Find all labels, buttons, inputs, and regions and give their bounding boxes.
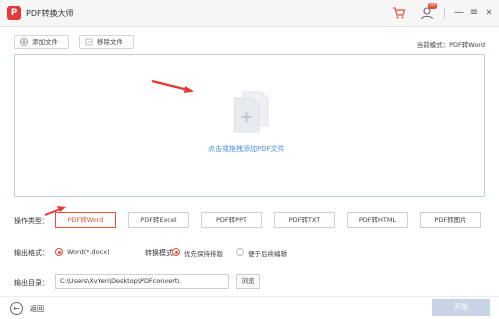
remove-file-label: 移除文件 — [97, 38, 123, 46]
back-button[interactable]: 返回 — [30, 304, 44, 314]
menu-button[interactable]: ≡ — [467, 6, 481, 20]
tab-pdf-to-txt[interactable]: PDF转TXT — [274, 212, 335, 228]
mode-editable-label: 便于后续编辑 — [248, 250, 287, 258]
back-arrow-icon[interactable]: ← — [10, 302, 23, 315]
bottom-bar — [0, 296, 499, 319]
red-arrow-annotation — [151, 79, 194, 93]
close-button[interactable]: ✕ — [482, 6, 496, 20]
app-logo: P — [7, 6, 21, 20]
title-bar: P PDF转换大师 VIP — ≡ ✕ — [0, 0, 499, 27]
operation-type-label: 操作类型： — [14, 217, 49, 225]
format-radio-docx[interactable] — [55, 248, 63, 256]
output-format-label: 输出格式： — [14, 249, 49, 257]
mode-radio-editable[interactable] — [236, 248, 244, 256]
mode-keep-layout-label: 优先保持排版 — [184, 250, 223, 258]
add-file-label: 添加文件 — [32, 38, 58, 46]
output-dir-label: 输出目录： — [14, 279, 49, 287]
app-title: PDF转换大师 — [26, 9, 74, 18]
format-docx-label: Word(*.docx) — [67, 248, 110, 256]
start-button[interactable]: 开始 — [432, 299, 490, 316]
drop-zone-text[interactable]: 点击或拖拽添加PDF文件 — [208, 144, 285, 154]
file-drop-zone[interactable]: 点击或拖拽添加PDF文件 — [14, 54, 485, 197]
add-circle-icon — [20, 38, 28, 46]
remove-icon — [85, 38, 93, 46]
cart-icon[interactable] — [392, 6, 406, 20]
titlebar-divider — [444, 8, 445, 19]
add-file-button[interactable]: 添加文件 — [14, 35, 69, 49]
vip-badge: VIP — [428, 3, 438, 9]
tab-pdf-to-image[interactable]: PDF转图片 — [420, 212, 481, 228]
browse-button[interactable]: 浏览 — [236, 274, 260, 289]
mode-radio-keep-layout[interactable] — [172, 248, 180, 256]
red-arrow-annotation-2 — [44, 206, 66, 216]
minimize-button[interactable]: — — [452, 6, 466, 20]
add-document-icon — [233, 91, 269, 133]
current-mode: 当前模式：PDF转Word — [416, 41, 485, 49]
tab-pdf-to-excel[interactable]: PDF转Excel — [128, 212, 189, 228]
output-dir-input[interactable]: C:\Users\XvYen\Desktop\PDFconvert\ — [55, 274, 229, 289]
tab-pdf-to-ppt[interactable]: PDF转PPT — [201, 212, 262, 228]
remove-file-button[interactable]: 移除文件 — [79, 35, 134, 49]
tab-pdf-to-html[interactable]: PDF转HTML — [347, 212, 408, 228]
